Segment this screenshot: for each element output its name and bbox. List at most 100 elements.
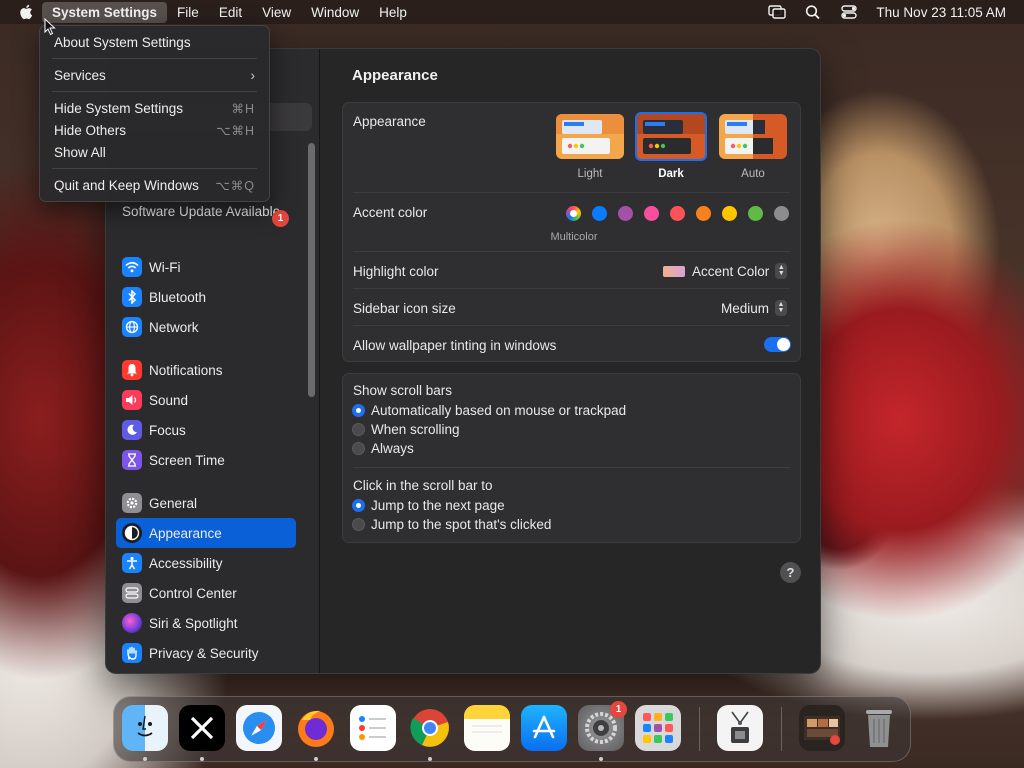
sidebar-item-label: Sound	[149, 392, 189, 408]
menu-app-name[interactable]: System Settings	[42, 1, 168, 23]
highlight-color-label: Highlight color	[353, 264, 439, 279]
sidebar-item-network[interactable]: Network	[116, 312, 296, 342]
scrollbar-option-always[interactable]: Always	[352, 441, 414, 456]
accent-red-swatch[interactable]	[670, 206, 685, 221]
sidebar-item-label: Bluetooth	[149, 289, 207, 305]
menu-edit[interactable]: Edit	[209, 2, 252, 23]
spotlight-search-icon[interactable]	[804, 4, 822, 20]
row-divider	[353, 288, 790, 289]
software-update-notice[interactable]: Software Update Available	[122, 204, 292, 220]
sidebar-item-privacy-security[interactable]: Privacy & Security	[116, 638, 296, 668]
menu-show-all[interactable]: Show All	[40, 141, 269, 163]
sidebar-scrollbar[interactable]	[308, 143, 315, 397]
menu-quit[interactable]: Quit and Keep Windows ⌥⌘Q	[40, 174, 269, 196]
accent-orange-swatch[interactable]	[696, 206, 711, 221]
mouse-cursor	[44, 18, 56, 36]
popup-stepper-icon: ▲ ▼	[775, 263, 788, 279]
hand-icon	[122, 643, 142, 663]
dock-firefox-icon[interactable]	[293, 705, 339, 751]
accent-graphite-swatch[interactable]	[774, 206, 789, 221]
scrollbar-option-when-scrolling[interactable]: When scrolling	[352, 422, 460, 437]
accent-yellow-swatch[interactable]	[722, 206, 737, 221]
dock-running-indicator	[200, 757, 204, 761]
accent-multicolor-swatch[interactable]	[566, 206, 581, 221]
radio-unselected	[352, 442, 365, 455]
menu-quit-shortcut: ⌥⌘Q	[215, 178, 255, 193]
radio-unselected	[352, 423, 365, 436]
radio-selected	[352, 404, 365, 417]
siri-icon	[122, 613, 142, 633]
sidebar-item-accessibility[interactable]: Accessibility	[116, 548, 296, 578]
sidebar-item-screen-time[interactable]: Screen Time	[116, 445, 296, 475]
click-scroll-bar-label: Click in the scroll bar to	[353, 478, 493, 493]
scrollbar-option-automatic[interactable]: Automatically based on mouse or trackpad	[352, 403, 626, 418]
theme-auto-option[interactable]	[719, 114, 787, 159]
app-menu-dropdown: About System Settings Services › Hide Sys…	[39, 25, 270, 202]
accent-pink-swatch[interactable]	[644, 206, 659, 221]
accent-blue-swatch[interactable]	[592, 206, 607, 221]
radio-label: Always	[371, 441, 414, 456]
dock-running-indicator	[143, 757, 147, 761]
moon-icon	[122, 420, 142, 440]
dock-finder-icon[interactable]	[122, 705, 168, 751]
menu-hide[interactable]: Hide System Settings ⌘H	[40, 97, 269, 119]
theme-light-label: Light	[577, 168, 603, 180]
theme-dark-option[interactable]	[635, 112, 707, 161]
dock-chrome-icon[interactable]	[407, 705, 453, 751]
menu-view[interactable]: View	[252, 2, 301, 23]
dock-running-indicator	[428, 757, 432, 761]
accessibility-icon	[122, 553, 142, 573]
menu-show-all-label: Show All	[54, 144, 106, 160]
theme-light-option[interactable]	[556, 114, 624, 159]
dock-reminders-icon[interactable]	[350, 705, 396, 751]
menu-window[interactable]: Window	[301, 2, 369, 23]
help-button[interactable]: ?	[780, 562, 801, 583]
click-option-next-page[interactable]: Jump to the next page	[352, 498, 505, 513]
sidebar-icon-size-value: Medium	[721, 300, 770, 316]
sidebar-item-label: Siri & Spotlight	[149, 615, 238, 631]
menu-hide-others[interactable]: Hide Others ⌥⌘H	[40, 119, 269, 141]
dock-x-icon[interactable]	[179, 705, 225, 751]
apple-menu-icon[interactable]	[10, 4, 42, 20]
dock-safari-icon[interactable]	[236, 705, 282, 751]
wallpaper-tinting-toggle[interactable]	[764, 337, 791, 352]
sidebar-item-label: Wi-Fi	[149, 259, 181, 275]
dock-app-store-icon[interactable]	[521, 705, 567, 751]
control-center-icon[interactable]	[840, 4, 858, 20]
screen-mirroring-icon[interactable]	[768, 4, 787, 20]
dock-photos-stack-icon[interactable]	[799, 705, 845, 751]
menu-datetime[interactable]: Thu Nov 23 11:05 AM	[876, 5, 1006, 20]
sidebar-item-sound[interactable]: Sound	[116, 385, 296, 415]
accent-green-swatch[interactable]	[748, 206, 763, 221]
sidebar-icon-size-popup[interactable]: Medium ▲ ▼	[721, 300, 788, 316]
scroll-bars-group: Show scroll bars Automatically based on …	[342, 373, 801, 543]
sidebar-item-label: Notifications	[149, 362, 223, 378]
dock-separator	[699, 707, 700, 751]
dock-running-indicator	[314, 757, 318, 761]
sidebar-item-bluetooth[interactable]: Bluetooth	[116, 282, 296, 312]
accent-purple-swatch[interactable]	[618, 206, 633, 221]
sidebar-item-siri-spotlight[interactable]: Siri & Spotlight	[116, 608, 296, 638]
sidebar-item-wifi[interactable]: Wi-Fi	[116, 252, 296, 282]
dock-launchpad-icon[interactable]	[635, 705, 681, 751]
dock-trash-icon[interactable]	[856, 705, 902, 751]
hourglass-icon	[122, 450, 142, 470]
menu-about[interactable]: About System Settings	[40, 31, 269, 53]
menu-hide-others-label: Hide Others	[54, 122, 127, 138]
highlight-color-popup[interactable]: Accent Color ▲ ▼	[663, 263, 788, 279]
menu-separator	[52, 58, 257, 59]
click-option-spot-clicked[interactable]: Jump to the spot that's clicked	[352, 517, 551, 532]
menu-services[interactable]: Services ›	[40, 64, 269, 86]
menu-file[interactable]: File	[167, 2, 209, 23]
sidebar-item-appearance[interactable]: Appearance	[116, 518, 296, 548]
menu-help[interactable]: Help	[369, 2, 417, 23]
menu-hide-others-shortcut: ⌥⌘H	[216, 123, 255, 138]
sidebar-item-focus[interactable]: Focus	[116, 415, 296, 445]
popup-stepper-icon: ▲ ▼	[775, 300, 788, 316]
sidebar-item-general[interactable]: General	[116, 488, 296, 518]
sidebar-item-control-center[interactable]: Control Center	[116, 578, 296, 608]
chevron-right-icon: ›	[250, 67, 256, 83]
dock-notes-icon[interactable]	[464, 705, 510, 751]
dock-archive-utility-icon[interactable]	[717, 705, 763, 751]
sidebar-item-notifications[interactable]: Notifications	[116, 355, 296, 385]
